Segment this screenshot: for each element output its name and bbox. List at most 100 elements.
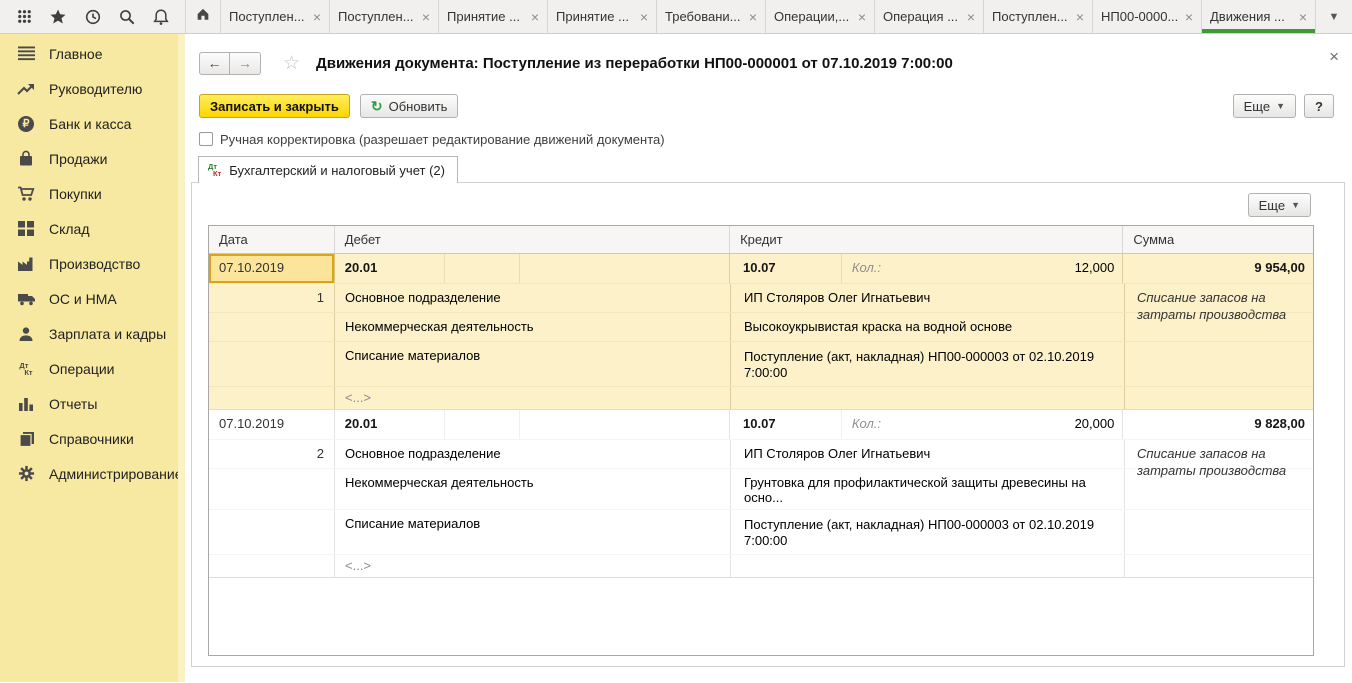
date-cell[interactable]: 07.10.2019 (209, 410, 335, 439)
tab-accounting-and-tax[interactable]: ДтКт Бухгалтерский и налоговый учет (2) (198, 156, 458, 183)
sidebar-item-zarplata-i-kadry[interactable]: Зарплата и кадры (0, 316, 185, 351)
debit-account-cell[interactable]: 20.01 (335, 410, 445, 439)
tab-close-icon[interactable]: × (313, 10, 321, 24)
debit-detail-cell[interactable]: Некоммерческая деятельность (335, 313, 731, 341)
sidebar-item-proizvodstvo[interactable]: Производство (0, 246, 185, 281)
sidebar-item-bank-i-kassa[interactable]: ₽ Банк и касса (0, 106, 185, 141)
notifications-bell-icon[interactable] (151, 7, 171, 27)
tab-prinyatie-2[interactable]: Принятие ...× (548, 0, 657, 33)
tab-dvizheniya-active[interactable]: Движения ...× (1202, 0, 1316, 33)
debit-empty-cell[interactable] (445, 410, 521, 439)
table-row[interactable]: 07.10.2019 20.01 10.07 Кол.: 20,000 9 82… (209, 410, 1313, 578)
cart-icon (16, 185, 36, 203)
apps-grid-icon[interactable] (14, 7, 34, 27)
tab-close-icon[interactable]: × (422, 10, 430, 24)
debit-detail-cell[interactable]: Основное подразделение (335, 284, 731, 312)
debit-detail-cell[interactable]: Списание материалов (335, 510, 731, 554)
tab-close-icon[interactable]: × (1185, 10, 1193, 24)
column-header-debit[interactable]: Дебет (335, 226, 730, 253)
doc-tabstrip: ДтКт Бухгалтерский и налоговый учет (2) (198, 156, 1352, 183)
tab-postuplenie-1[interactable]: Поступлен...× (221, 0, 330, 33)
amount-cell[interactable]: 9 828,00 (1123, 410, 1313, 439)
credit-detail-cell[interactable]: ИП Столяров Олег Игнатьевич (731, 440, 1125, 468)
tab-close-icon[interactable]: × (749, 10, 757, 24)
books-icon (16, 430, 36, 448)
sidebar-item-label: Зарплата и кадры (49, 326, 166, 342)
tab-close-icon[interactable]: × (858, 10, 866, 24)
amount-cell[interactable]: 9 954,00 (1123, 254, 1313, 283)
debit-account-cell[interactable]: 20.01 (335, 254, 445, 283)
tab-close-icon[interactable]: × (640, 10, 648, 24)
credit-detail-cell[interactable]: Поступление (акт, накладная) НП00-000003… (731, 510, 1125, 554)
sidebar-item-label: Справочники (49, 431, 134, 447)
favorite-star-icon[interactable]: ☆ (283, 52, 300, 75)
tab-label: Принятие ... (447, 9, 528, 24)
credit-detail-cell[interactable]: ИП Столяров Олег Игнатьевич (731, 284, 1125, 312)
debit-empty-cell[interactable] (520, 254, 730, 283)
debit-detail-cell[interactable]: Некоммерческая деятельность (335, 469, 731, 509)
debit-empty-cell[interactable] (520, 410, 730, 439)
sidebar-item-otchety[interactable]: Отчеты (0, 386, 185, 421)
sidebar-item-pokupki[interactable]: Покупки (0, 176, 185, 211)
date-cell-selected[interactable]: 07.10.2019 (209, 254, 335, 283)
tab-postuplenie-2[interactable]: Поступлен...× (330, 0, 439, 33)
quantity-cell[interactable]: 12,000 (904, 254, 1124, 283)
column-header-sum[interactable]: Сумма (1123, 226, 1313, 253)
tab-np00[interactable]: НП00-0000...× (1093, 0, 1202, 33)
forward-button[interactable]: → (230, 52, 261, 75)
gear-icon (16, 465, 36, 483)
history-icon[interactable] (83, 7, 103, 27)
more-button[interactable]: Еще ▼ (1233, 94, 1296, 118)
sidebar-item-operacii[interactable]: ДтКт Операции (0, 351, 185, 386)
tab-prinyatie-1[interactable]: Принятие ...× (439, 0, 548, 33)
tab-close-icon[interactable]: × (531, 10, 539, 24)
close-form-icon[interactable]: × (1329, 48, 1339, 65)
credit-detail-cell[interactable] (731, 387, 1125, 409)
column-header-credit[interactable]: Кредит (730, 226, 1123, 253)
tab-trebovanie[interactable]: Требовани...× (657, 0, 766, 33)
credit-account-cell[interactable]: 10.07 (730, 254, 842, 283)
credit-account-cell[interactable]: 10.07 (730, 410, 842, 439)
manual-adjustment-row[interactable]: Ручная корректировка (разрешает редактир… (199, 130, 1352, 148)
sidebar-item-sklad[interactable]: Склад (0, 211, 185, 246)
chevron-down-icon: ▼ (1291, 200, 1300, 210)
help-button[interactable]: ? (1304, 94, 1334, 118)
back-button[interactable]: ← (199, 52, 230, 75)
column-header-date[interactable]: Дата (209, 226, 335, 253)
tab-close-icon[interactable]: × (967, 10, 975, 24)
tab-operacii[interactable]: Операции,...× (766, 0, 875, 33)
debit-detail-cell[interactable]: <...> (335, 555, 731, 577)
movements-table[interactable]: Дата Дебет Кредит Сумма 07.10.2019 20.01… (208, 225, 1314, 656)
credit-detail-cell[interactable]: Поступление (акт, накладная) НП00-000003… (731, 342, 1125, 386)
tab-close-icon[interactable]: × (1299, 10, 1307, 24)
debit-detail-cell[interactable]: <...> (335, 387, 731, 409)
table-row[interactable]: 07.10.2019 20.01 10.07 Кол.: 12,000 9 95… (209, 254, 1313, 410)
tabs-overflow-button[interactable]: ▼ (1316, 0, 1352, 33)
tab-label: Поступлен... (229, 9, 310, 24)
credit-detail-cell[interactable] (731, 555, 1125, 577)
tab-operaciya[interactable]: Операция ...× (875, 0, 984, 33)
dtkt-icon: ДтКт (208, 163, 221, 177)
debit-detail-cell[interactable]: Основное подразделение (335, 440, 731, 468)
debit-empty-cell[interactable] (445, 254, 521, 283)
sidebar-item-glavnoe[interactable]: Главное (0, 36, 185, 71)
manual-adjustment-checkbox[interactable] (199, 132, 213, 146)
quantity-label: Кол.: (842, 410, 904, 439)
sidebar-item-prodazhi[interactable]: Продажи (0, 141, 185, 176)
tab-postuplenie-3[interactable]: Поступлен...× (984, 0, 1093, 33)
search-icon[interactable] (117, 7, 137, 27)
quantity-cell[interactable]: 20,000 (904, 410, 1124, 439)
sidebar-item-spravochniki[interactable]: Справочники (0, 421, 185, 456)
refresh-button[interactable]: ↻ Обновить (360, 94, 459, 118)
credit-detail-cell[interactable]: Высокоукрывистая краска на водной основе (731, 313, 1125, 341)
debit-detail-cell[interactable]: Списание материалов (335, 342, 731, 386)
table-more-button[interactable]: Еще ▼ (1248, 193, 1311, 217)
credit-detail-cell[interactable]: Грунтовка для профилактической защиты др… (731, 469, 1125, 509)
save-and-close-button[interactable]: Записать и закрыть (199, 94, 350, 118)
sidebar-item-administrirovanie[interactable]: Администрирование (0, 456, 185, 491)
sidebar-item-os-i-nma[interactable]: ОС и НМА (0, 281, 185, 316)
sidebar-item-rukovoditelyu[interactable]: Руководителю (0, 71, 185, 106)
tab-close-icon[interactable]: × (1076, 10, 1084, 24)
home-tab-button[interactable] (185, 0, 221, 33)
favorites-star-icon[interactable] (48, 7, 68, 27)
